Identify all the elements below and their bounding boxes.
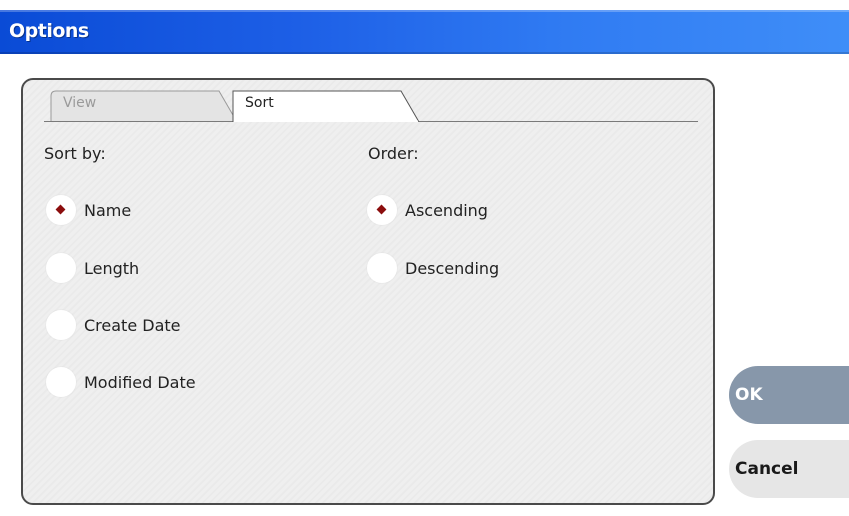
- radio-option-length[interactable]: Length: [46, 251, 139, 285]
- radio-label: Modified Date: [84, 372, 196, 392]
- tab-sort[interactable]: Sort: [231, 90, 421, 122]
- radio-label: Ascending: [405, 200, 488, 220]
- radio-option-modified-date[interactable]: Modified Date: [46, 365, 196, 399]
- radio-button[interactable]: [46, 253, 76, 283]
- cancel-button[interactable]: Cancel: [729, 440, 849, 498]
- tab-sort-label: Sort: [245, 95, 274, 111]
- radio-button[interactable]: [46, 195, 76, 225]
- options-panel: [21, 78, 715, 505]
- order-heading: Order:: [368, 144, 419, 163]
- ok-button[interactable]: OK: [729, 366, 849, 424]
- diamond-dot-icon: [55, 204, 66, 215]
- window-title: Options: [9, 20, 89, 42]
- radio-label: Length: [84, 258, 140, 278]
- radio-button[interactable]: [46, 367, 76, 397]
- radio-label: Create Date: [84, 315, 181, 335]
- radio-button[interactable]: [46, 310, 76, 340]
- radio-button[interactable]: [367, 195, 397, 225]
- radio-option-descending[interactable]: Descending: [367, 251, 499, 285]
- radio-button[interactable]: [367, 253, 397, 283]
- radio-option-ascending[interactable]: Ascending: [367, 193, 488, 227]
- tab-view[interactable]: View: [49, 90, 239, 122]
- radio-option-create-date[interactable]: Create Date: [46, 308, 181, 342]
- radio-option-name[interactable]: Name: [46, 193, 131, 227]
- sort-by-heading: Sort by:: [44, 144, 106, 163]
- title-bar: Options: [0, 10, 849, 54]
- diamond-dot-icon: [376, 204, 387, 215]
- radio-label: Name: [84, 200, 132, 220]
- tab-view-label: View: [63, 95, 97, 111]
- radio-label: Descending: [405, 258, 500, 278]
